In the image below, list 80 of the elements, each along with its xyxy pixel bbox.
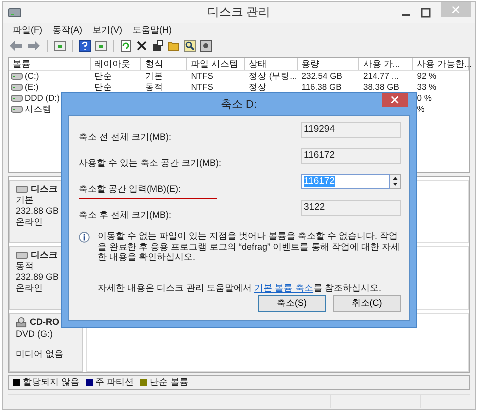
disk-status: 온라인 <box>16 283 44 294</box>
table-cell: 214.77 ... <box>363 71 399 82</box>
drive-icon <box>11 73 23 80</box>
panel-icon[interactable] <box>54 40 66 52</box>
table-cell: DDD (D:) <box>25 93 60 104</box>
disk-size: 232.89 GB <box>16 272 60 282</box>
disk-name: CD-RO <box>30 317 60 328</box>
table-cell: 정상 <box>248 82 267 93</box>
refresh-icon[interactable] <box>120 40 132 52</box>
table-cell: (E:) <box>25 82 39 93</box>
help-text: 자세한 내용은 디스크 관리 도움말에서 기본 볼륨 축소를 참조하십시오. <box>98 282 383 294</box>
column-header[interactable]: 레이아웃 <box>90 58 142 70</box>
column-header[interactable]: 사용 가... <box>359 58 413 70</box>
column-header[interactable]: 형식 <box>141 58 188 70</box>
drive-icon <box>11 84 23 91</box>
readonly-field: 116172 <box>301 148 401 164</box>
cd-drive-icon <box>16 316 27 328</box>
close-icon <box>452 6 460 14</box>
dialog-button[interactable]: 축소(S) <box>258 295 326 312</box>
column-header[interactable]: 용량 <box>298 58 360 70</box>
disk-status: 미디어 없음 <box>16 348 65 359</box>
field-label: 사용할 수 있는 축소 공간 크기(MB): <box>79 157 222 170</box>
table-cell: 33 % <box>417 82 437 93</box>
maximize-icon[interactable] <box>421 8 431 18</box>
info-message: 이동할 수 없는 파일이 있는 지점을 벗어나 볼륨을 축소할 수 없습니다. 작업을 완료한 후 응용 프로그램 로그의 “defrag” 이벤트를 통해 작업에 대한 자세한 내용을 확인하십시오. <box>98 231 401 262</box>
window-title: 디스크 관리 <box>207 4 271 21</box>
help-link[interactable]: 기본 볼륨 축소 <box>254 282 314 292</box>
menu-item[interactable]: 보기(V) <box>92 24 122 36</box>
properties-icon[interactable] <box>152 40 164 52</box>
column-header[interactable]: 상태 <box>244 58 298 70</box>
panel-icon[interactable] <box>95 40 107 52</box>
legend-label: 주 파티션 <box>96 376 134 389</box>
delete-icon[interactable] <box>136 40 148 52</box>
table-cell: NTFS <box>191 71 214 82</box>
table-cell: 단순 <box>94 71 113 82</box>
table-cell: 기본 <box>145 71 164 82</box>
menu-item[interactable]: 동작(A) <box>52 24 82 36</box>
drive-icon <box>11 95 23 102</box>
disk-type: DVD (G:) <box>16 328 54 339</box>
table-cell: 38.38 GB <box>363 82 400 93</box>
readonly-field: 3122 <box>301 200 401 216</box>
help-icon[interactable] <box>79 40 91 52</box>
field-label: 축소 후 전체 크기(MB): <box>79 209 172 222</box>
disk-name: 디스크 <box>31 184 58 194</box>
dialog-title: 축소 D: <box>220 98 258 112</box>
field-label: 축소할 공간 입력(MB)(E): <box>79 174 217 199</box>
disk-type: 기본 <box>16 195 35 205</box>
table-cell: 0 % <box>417 93 432 104</box>
field-label: 축소 전 전체 크기(MB): <box>79 131 172 144</box>
drive-icon <box>11 106 23 113</box>
menu-item[interactable]: 파일(F) <box>13 24 42 36</box>
disk-type: 동적 <box>16 261 35 272</box>
table-cell: (C:) <box>25 71 40 82</box>
close-button[interactable] <box>382 93 408 107</box>
table-cell: 92 % <box>417 71 437 82</box>
close-icon <box>391 96 399 104</box>
table-cell: % <box>417 104 425 115</box>
table-cell: 116.38 GB <box>302 82 342 93</box>
readonly-field: 119294 <box>301 122 401 138</box>
back-arrow-icon[interactable] <box>9 40 23 52</box>
column-header[interactable]: 사용 가능한... <box>412 58 469 70</box>
forward-arrow-icon[interactable] <box>27 40 41 52</box>
table-cell: 정상 (부팅... <box>248 71 298 82</box>
dialog-button[interactable]: 취소(C) <box>333 295 401 312</box>
disk-size: 232.88 GB <box>16 206 60 216</box>
folder-icon[interactable] <box>168 40 180 52</box>
disk-status: 온라인 <box>16 217 44 227</box>
table-cell: 시스템 <box>25 104 52 115</box>
disk-name: 디스크 <box>31 250 58 260</box>
legend-label: 할당되지 않음 <box>23 376 80 389</box>
table-cell: 동적 <box>145 82 164 93</box>
menu-item[interactable]: 도움말(H) <box>132 24 172 36</box>
column-header[interactable]: 볼륨 <box>9 58 91 70</box>
table-cell: 단순 <box>94 82 113 93</box>
magnifier-icon[interactable] <box>184 40 196 52</box>
table-cell: 232.54 GB <box>302 71 342 82</box>
column-header[interactable]: 파일 시스템 <box>187 58 245 70</box>
legend-label: 단순 볼륨 <box>150 376 189 389</box>
table-cell: NTFS <box>191 82 214 93</box>
info-icon <box>79 232 90 243</box>
